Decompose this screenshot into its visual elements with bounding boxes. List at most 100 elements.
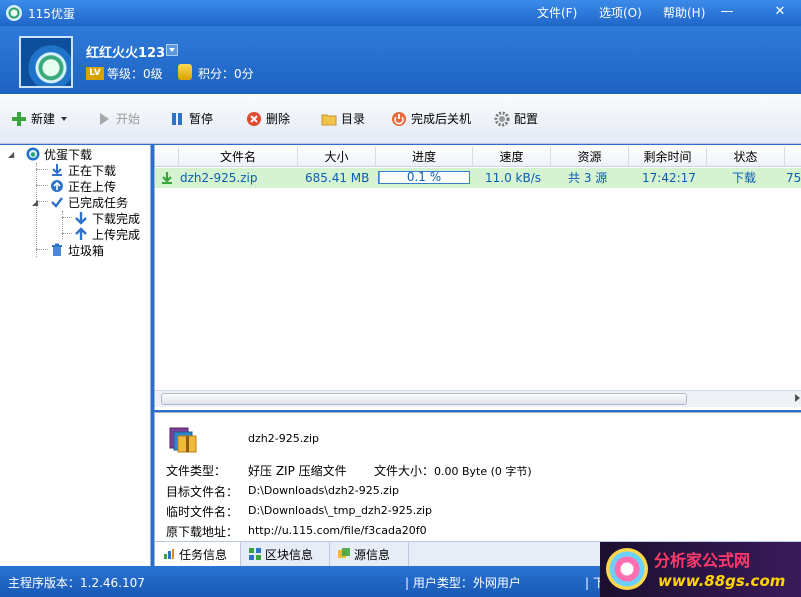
download-arrow-icon <box>50 163 64 177</box>
delete-button[interactable]: 删除 <box>246 110 290 127</box>
tree-item-downloading[interactable]: 正在下载 <box>50 162 116 178</box>
table-header: 文件名 大小 进度 速度 资源 剩余时间 状态 <box>155 147 801 167</box>
column-extra[interactable] <box>785 147 801 167</box>
pause-icon <box>169 111 185 127</box>
cell-filename: dzh2-925.zip <box>180 171 258 185</box>
app-logo-icon <box>6 5 22 21</box>
folder-icon <box>321 111 337 127</box>
window-title: 115优蛋 <box>28 6 75 21</box>
user-name: 红红火火123 <box>86 46 166 61</box>
progress-bar: 0.1 % <box>378 171 470 184</box>
arrow-up-icon <box>74 227 88 241</box>
minimize-button[interactable]: — <box>717 4 737 20</box>
column-status[interactable]: 状态 <box>707 147 785 167</box>
delete-button-label: 删除 <box>266 112 291 126</box>
horizontal-scrollbar[interactable] <box>155 390 801 407</box>
chevron-down-icon[interactable] <box>61 116 68 121</box>
trash-icon <box>50 243 64 257</box>
site-watermark: 分析家公式网 www.88gs.com <box>600 542 801 597</box>
menu-help[interactable]: 帮助(H) <box>663 4 705 21</box>
upload-cloud-icon <box>50 179 64 193</box>
watermark-title: 分析家公式网 <box>654 551 751 570</box>
cell-status: 下载 <box>732 171 757 185</box>
settings-button[interactable]: 配置 <box>494 110 538 127</box>
cell-extra: 75 <box>786 171 801 185</box>
shutdown-button-label: 完成后关机 <box>411 112 472 126</box>
source-url-value[interactable]: http://u.115.com/file/f3cada20f0 <box>248 524 427 537</box>
start-button-label: 开始 <box>116 112 141 126</box>
temp-filename-value: D:\Downloads\_tmp_dzh2-925.zip <box>248 504 433 517</box>
cell-remaining-time: 17:42:17 <box>642 171 696 185</box>
source-url-label: 原下载地址： <box>166 525 239 539</box>
file-type-label: 文件类型： <box>166 464 227 478</box>
plus-icon <box>11 111 27 127</box>
chart-icon <box>163 548 175 560</box>
flower-logo-icon <box>606 548 648 590</box>
file-type-value: 好压 ZIP 压缩文件 <box>248 464 347 478</box>
menu-options[interactable]: 选项(O) <box>599 4 642 21</box>
start-button[interactable]: 开始 <box>96 110 140 127</box>
pause-button[interactable]: 暂停 <box>169 110 213 127</box>
version-text: 主程序版本：1.2.46.107 <box>8 576 145 590</box>
grid-icon <box>249 548 261 560</box>
app-logo-icon <box>26 147 40 161</box>
table-row[interactable]: dzh2-925.zip 685.41 MB 0.1 % 11.0 kB/s 共… <box>155 168 801 188</box>
points-icon <box>178 64 192 80</box>
folder-button-label: 目录 <box>341 112 366 126</box>
column-progress[interactable]: 进度 <box>376 147 473 167</box>
user-level: 等级：0级 <box>107 67 163 81</box>
new-button[interactable]: 新建 <box>11 110 68 127</box>
tab-block-info[interactable]: 区块信息 <box>241 542 330 566</box>
close-button[interactable]: ✕ <box>770 4 790 20</box>
arrow-down-icon <box>74 211 88 225</box>
cell-speed: 11.0 kB/s <box>485 171 542 185</box>
task-tree: ◢ 优蛋下载 正在下载 正在上传 ◢ 已完成任务 下载完成 上传完成 垃圾箱 <box>0 145 151 566</box>
download-arrow-icon <box>161 168 173 188</box>
user-points: 积分：0分 <box>198 67 254 81</box>
temp-filename-label: 临时文件名： <box>166 505 239 519</box>
scrollbar-thumb[interactable] <box>161 393 687 405</box>
target-filename-label: 目标文件名： <box>166 485 239 499</box>
user-type-text: | 用户类型：外网用户 <box>405 576 521 590</box>
level-badge: LV <box>86 67 104 80</box>
scroll-right-arrow-icon[interactable] <box>795 394 800 402</box>
column-speed[interactable]: 速度 <box>473 147 551 167</box>
tree-item-completed[interactable]: 已完成任务 <box>50 194 128 210</box>
settings-button-label: 配置 <box>514 112 539 126</box>
menu-file[interactable]: 文件(F) <box>537 4 577 21</box>
new-button-label: 新建 <box>31 112 56 126</box>
tab-source-info[interactable]: 源信息 <box>330 542 409 566</box>
zip-archive-icon <box>168 425 198 453</box>
task-table: 文件名 大小 进度 速度 资源 剩余时间 状态 dzh2-925.zip 685… <box>154 145 801 410</box>
folder-button[interactable]: 目录 <box>321 110 365 127</box>
tab-task-info[interactable]: 任务信息 <box>155 542 241 566</box>
collapse-toggle-icon[interactable]: ◢ <box>32 198 38 207</box>
column-filename[interactable]: 文件名 <box>179 147 298 167</box>
tree-item-uploading[interactable]: 正在上传 <box>50 178 116 194</box>
sources-icon <box>338 548 350 560</box>
watermark-url: www.88gs.com <box>658 572 786 590</box>
title-bar: 115优蛋 文件(F) 选项(O) 帮助(H) — ✕ <box>0 0 801 26</box>
target-filename-value: D:\Downloads\dzh2-925.zip <box>248 484 399 497</box>
pause-button-label: 暂停 <box>189 112 214 126</box>
power-icon <box>391 111 407 127</box>
tree-item-upload-done[interactable]: 上传完成 <box>74 226 140 242</box>
toolbar: 新建 开始 暂停 删除 目录 完成后关机 配置 <box>0 94 801 144</box>
avatar[interactable] <box>19 36 73 88</box>
user-header: 红红火火123 LV 等级：0级 积分：0分 <box>0 26 801 94</box>
progress-text: 0.1 % <box>406 170 442 184</box>
cell-sources: 共 3 源 <box>568 171 608 185</box>
tree-item-trash[interactable]: 垃圾箱 <box>50 242 104 258</box>
user-menu-dropdown-icon[interactable] <box>166 44 178 56</box>
collapse-toggle-icon[interactable]: ◢ <box>8 150 14 159</box>
column-remaining-time[interactable]: 剩余时间 <box>629 147 707 167</box>
column-sources[interactable]: 资源 <box>551 147 629 167</box>
tree-item-download-done[interactable]: 下载完成 <box>74 210 140 226</box>
detail-file-name: dzh2-925.zip <box>248 432 320 445</box>
tree-item-root[interactable]: 优蛋下载 <box>26 146 92 162</box>
cell-size: 685.41 MB <box>305 171 370 185</box>
column-size[interactable]: 大小 <box>298 147 376 167</box>
checkmark-icon <box>50 195 64 209</box>
shutdown-after-complete-button[interactable]: 完成后关机 <box>391 110 471 127</box>
column-icon <box>155 147 179 167</box>
